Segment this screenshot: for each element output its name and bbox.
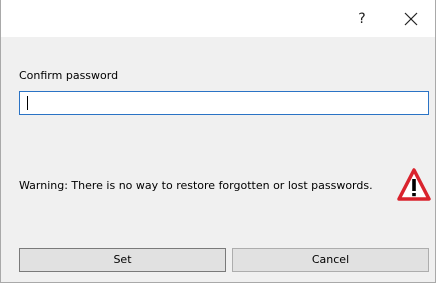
title-bar: ? [1, 0, 435, 37]
cancel-button[interactable]: Cancel [232, 248, 429, 272]
confirm-password-label: Confirm password [19, 69, 119, 82]
close-button[interactable] [395, 5, 427, 33]
confirm-password-input[interactable] [19, 91, 429, 115]
close-icon [404, 12, 418, 26]
warning-message: Warning: There is no way to restore forg… [19, 179, 373, 192]
text-caret [27, 96, 28, 110]
warning-triangle-icon [397, 168, 431, 201]
set-button[interactable]: Set [19, 248, 226, 272]
confirm-password-dialog: ? Confirm password Warning: There is no … [0, 0, 436, 283]
help-button[interactable]: ? [347, 6, 377, 32]
